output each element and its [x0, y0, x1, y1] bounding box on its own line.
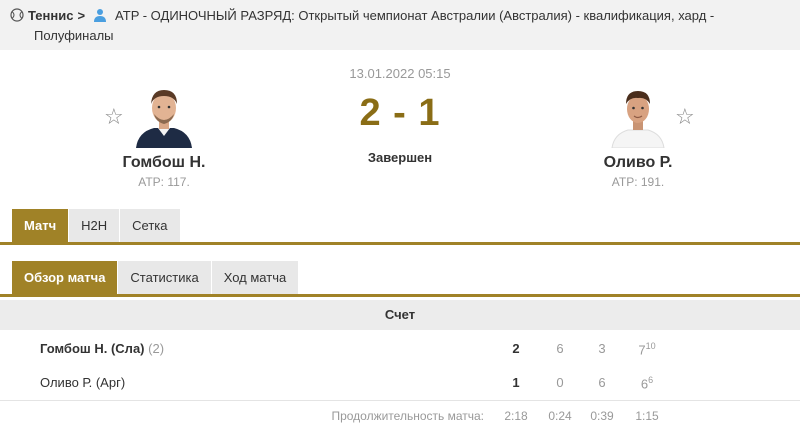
sub-tabs: Обзор матча Статистика Ход матча: [12, 261, 299, 294]
breadcrumb-arrow: >: [77, 8, 86, 23]
breadcrumb: Теннис > ATP - ОДИНОЧНЫЙ РАЗРЯД: Открытый…: [0, 0, 800, 50]
away-player[interactable]: Оливо Р. ATP: 191.: [558, 84, 718, 189]
match-date: 13.01.2022 05:15: [349, 66, 451, 81]
tab-h2h[interactable]: H2H: [69, 209, 120, 242]
table-row: Оливо Р. (Арг) 1 0 6 66: [0, 367, 800, 400]
breadcrumb-sport-link[interactable]: Теннис: [28, 8, 73, 23]
away-player-rank: ATP: 191.: [611, 175, 665, 189]
row-set3-tiebreak: 10: [645, 341, 656, 351]
row-total-sets: 2: [512, 341, 520, 356]
tab-statistics[interactable]: Статистика: [118, 261, 211, 294]
person-icon: [94, 9, 107, 22]
row-set2: 3: [598, 341, 606, 356]
score-section-header: Счет: [0, 300, 800, 330]
tab-draw[interactable]: Сетка: [120, 209, 180, 242]
tab-match-summary[interactable]: Обзор матча: [12, 261, 118, 294]
row-total-sets: 1: [512, 375, 520, 390]
favorite-away-star-icon[interactable]: ☆: [675, 106, 695, 128]
row-player-name[interactable]: Оливо Р. (Арг): [40, 375, 125, 390]
tennis-ball-icon: [10, 8, 24, 22]
row-player-name-text[interactable]: Оливо Р. (Арг): [40, 375, 125, 390]
row-set3: 66: [632, 375, 662, 391]
match-duration-set1: 0:24: [548, 409, 572, 423]
away-player-name[interactable]: Оливо Р.: [558, 154, 718, 172]
row-set3: 710: [632, 341, 662, 357]
away-player-avatar[interactable]: [606, 84, 670, 148]
match-duration-total: 2:18: [504, 409, 528, 423]
home-player-name[interactable]: Гомбош Н.: [84, 154, 244, 172]
row-set3-tiebreak: 6: [648, 375, 654, 385]
match-duration-set3: 1:15: [635, 409, 659, 423]
breadcrumb-round[interactable]: Полуфиналы: [10, 26, 790, 46]
row-set2: 6: [598, 375, 606, 390]
sub-tabs-underline: [0, 294, 800, 297]
breadcrumb-tournament[interactable]: ATP - ОДИНОЧНЫЙ РАЗРЯД: Открытый чемпион…: [115, 8, 714, 23]
row-set1: 6: [556, 341, 564, 356]
row-player-name-text[interactable]: Гомбош Н. (Сла): [40, 341, 145, 356]
main-tabs-underline: [0, 242, 800, 245]
tab-match-history[interactable]: Ход матча: [211, 261, 299, 294]
row-player-seed: (2): [148, 341, 165, 356]
row-player-name[interactable]: Гомбош Н. (Сла) (2): [40, 341, 164, 356]
table-row: Гомбош Н. (Сла) (2) 2 6 3 710: [0, 333, 800, 366]
home-player-rank: ATP: 117.: [138, 175, 190, 189]
home-player[interactable]: Гомбош Н. ATP: 117.: [84, 84, 244, 189]
main-tabs: Матч H2H Сетка: [12, 209, 181, 242]
row-set1: 0: [556, 375, 564, 390]
match-duration-label: Продолжительность матча:: [331, 409, 484, 423]
match-duration-set2: 0:39: [590, 409, 614, 423]
row-set3-games: 7: [638, 342, 646, 358]
home-player-avatar[interactable]: [132, 84, 196, 148]
tab-match[interactable]: Матч: [12, 209, 69, 242]
table-divider: [0, 400, 800, 401]
